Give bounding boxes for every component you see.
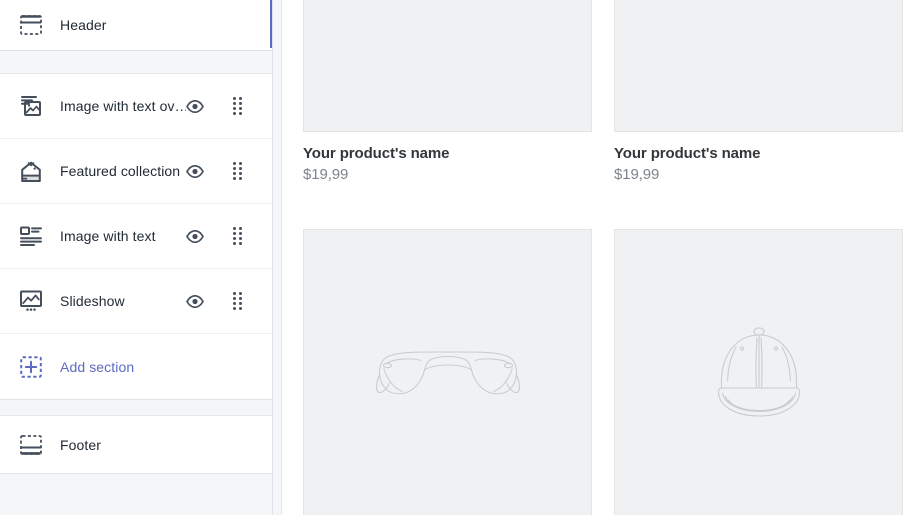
sidebar-item-actions: [186, 97, 246, 115]
product-card[interactable]: Your product's name $19,99: [614, 229, 903, 515]
sidebar-group-header: Header: [0, 0, 272, 51]
product-card[interactable]: Your product's name $19,99: [303, 229, 592, 515]
product-price: $19,99: [614, 166, 660, 183]
sidebar-item-label: Image with text ov…: [60, 98, 186, 114]
sidebar-item-label: Slideshow: [60, 293, 125, 309]
drag-handle-icon[interactable]: [228, 162, 246, 180]
drag-handle-icon[interactable]: [228, 97, 246, 115]
image-with-text-overlay-icon: [18, 93, 44, 119]
product-image-placeholder: [303, 0, 592, 132]
sidebar-item-image-with-text-overlay[interactable]: Image with text ov…: [0, 74, 272, 139]
add-section-icon: [18, 354, 44, 380]
image-with-text-icon: [18, 223, 44, 249]
sidebar-item-image-with-text[interactable]: Image with text: [0, 204, 272, 269]
pane-divider[interactable]: [272, 0, 282, 515]
drag-handle-icon[interactable]: [228, 292, 246, 310]
sidebar-item-add-section[interactable]: Add section: [0, 334, 272, 399]
featured-collection-icon: [18, 158, 44, 184]
sidebar-item-label: Footer: [60, 436, 102, 453]
product-card[interactable]: Your product's name $19,99: [303, 0, 592, 183]
sidebar-item-slideshow[interactable]: Slideshow: [0, 269, 272, 334]
product-title: Your product's name: [303, 145, 450, 162]
product-image-placeholder: [614, 0, 903, 132]
sidebar-item-label: Header: [60, 17, 107, 33]
featured-collection-grid: Your product's name $19,99 Your product'…: [303, 0, 903, 515]
sidebar-group-sections: Image with text ov… Featured collection …: [0, 73, 272, 400]
footer-icon: [18, 432, 44, 458]
sidebar-item-label: Image with text: [60, 228, 156, 244]
sidebar-item-actions: [186, 292, 246, 310]
theme-editor: Header Image with text ov… Featured coll…: [0, 0, 912, 515]
eye-icon[interactable]: [186, 97, 204, 115]
sections-sidebar: Header Image with text ov… Featured coll…: [0, 0, 272, 515]
sidebar-group-footer: Footer: [0, 415, 272, 474]
product-price: $19,99: [303, 166, 349, 183]
drag-handle-icon[interactable]: [228, 227, 246, 245]
product-card[interactable]: Your product's name $19,99: [614, 0, 903, 183]
sidebar-item-header[interactable]: Header: [0, 0, 272, 50]
eye-icon[interactable]: [186, 227, 204, 245]
sidebar-item-actions: [186, 162, 246, 180]
slideshow-icon: [18, 288, 44, 314]
sidebar-item-label: Featured collection: [60, 163, 181, 179]
sidebar-group-gap: [0, 400, 272, 415]
sidebar-item-featured-collection[interactable]: Featured collection: [0, 139, 272, 204]
storefront-preview: Your product's name $19,99 Your product'…: [282, 0, 912, 515]
eyeglasses-placeholder-icon: [375, 345, 521, 403]
sidebar-item-actions: [186, 227, 246, 245]
active-section-indicator: [270, 0, 272, 48]
eye-icon[interactable]: [186, 162, 204, 180]
product-image-placeholder: [303, 229, 592, 515]
cap-placeholder-icon: [709, 325, 809, 423]
sidebar-item-label: Add section: [60, 358, 135, 375]
product-title: Your product's name: [614, 145, 761, 162]
sidebar-group-gap: [0, 51, 272, 73]
eye-icon[interactable]: [186, 292, 204, 310]
product-image-placeholder: [614, 229, 903, 515]
header-icon: [18, 12, 44, 38]
sidebar-item-footer[interactable]: Footer: [0, 416, 272, 473]
